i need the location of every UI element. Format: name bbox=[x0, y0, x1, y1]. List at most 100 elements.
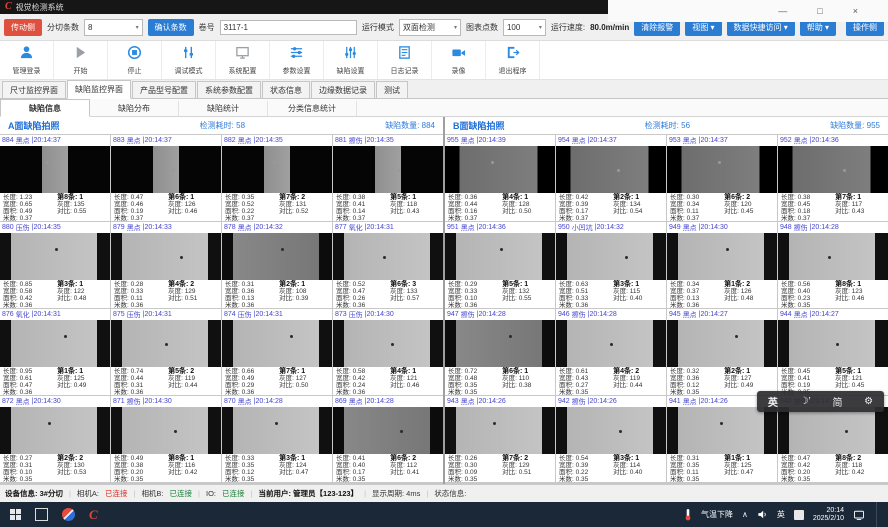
defect-image[interactable] bbox=[445, 407, 555, 454]
defect-image[interactable] bbox=[667, 320, 777, 367]
defect-image[interactable] bbox=[333, 407, 443, 454]
browser-icon[interactable] bbox=[62, 508, 75, 521]
action-log[interactable]: 日志记录 bbox=[378, 41, 432, 79]
action-exit[interactable]: 退出程序 bbox=[486, 41, 540, 79]
show-desktop-button[interactable] bbox=[876, 502, 880, 527]
defect-image[interactable] bbox=[0, 320, 110, 367]
defect-cell[interactable]: 953黑点|20:14:37长度: 0.30宽度: 0.34面积: 0.11米数… bbox=[667, 135, 777, 221]
volume-icon[interactable] bbox=[757, 509, 768, 520]
action-play[interactable]: 开始 bbox=[54, 41, 108, 79]
defect-cell[interactable]: 946擦伤|20:14:28长度: 0.61宽度: 0.43面积: 0.27米数… bbox=[556, 309, 666, 395]
task-view-icon[interactable] bbox=[35, 508, 48, 521]
subtab-0[interactable]: 缺陷信息 bbox=[0, 99, 90, 117]
defect-cell[interactable]: 881擦伤|20:14:35长度: 0.38宽度: 0.41面积: 0.14米数… bbox=[333, 135, 443, 221]
defect-cell[interactable]: 954黑点|20:14:37长度: 0.42宽度: 0.39面积: 0.17米数… bbox=[556, 135, 666, 221]
tab-4[interactable]: 状态信息 bbox=[262, 81, 310, 98]
defect-image[interactable] bbox=[111, 233, 221, 280]
defect-cell[interactable]: 950小凹坑|20:14:32长度: 0.63宽度: 0.51面积: 0.33米… bbox=[556, 222, 666, 308]
subtab-2[interactable]: 缺陷统计 bbox=[179, 101, 268, 116]
action-sliders-v[interactable]: 缺陷设置 bbox=[324, 41, 378, 79]
action-monitor[interactable]: 系统配置 bbox=[216, 41, 270, 79]
action-camera[interactable]: 录像 bbox=[432, 41, 486, 79]
notification-tray-icon[interactable] bbox=[853, 509, 865, 521]
tab-3[interactable]: 系统参数配置 bbox=[197, 81, 261, 98]
ime-simplified-toggle[interactable]: 简 bbox=[832, 394, 842, 409]
defect-image[interactable] bbox=[778, 320, 888, 367]
defect-image[interactable] bbox=[778, 233, 888, 280]
ime-icon[interactable] bbox=[794, 510, 804, 520]
defect-image[interactable] bbox=[333, 233, 443, 280]
minimize-button[interactable]: — bbox=[778, 6, 787, 16]
defect-image[interactable] bbox=[333, 320, 443, 367]
defect-cell[interactable]: 945黑点|20:14:27长度: 0.32宽度: 0.36面积: 0.12米数… bbox=[667, 309, 777, 395]
defect-image[interactable] bbox=[556, 146, 666, 193]
defect-image[interactable] bbox=[667, 146, 777, 193]
defect-cell[interactable]: 884黑点|20:14:37长度: 1.23宽度: 0.65面积: 0.49米数… bbox=[0, 135, 110, 221]
run-mode-select[interactable]: 双面检测▾ bbox=[399, 19, 461, 36]
defect-cell[interactable]: 943黑点|20:14:26长度: 0.26宽度: 0.30面积: 0.09米数… bbox=[445, 396, 555, 482]
defect-cell[interactable]: 877氧化|20:14:31长度: 0.52宽度: 0.47面积: 0.26米数… bbox=[333, 222, 443, 308]
defect-cell[interactable]: 955黑点|20:14:39长度: 0.36宽度: 0.44面积: 0.16米数… bbox=[445, 135, 555, 221]
chart-points-select[interactable]: 100▾ bbox=[503, 19, 546, 36]
tab-2[interactable]: 产品型号配置 bbox=[132, 81, 196, 98]
defect-cell[interactable]: 952黑点|20:14:36长度: 0.38宽度: 0.45面积: 0.18米数… bbox=[778, 135, 888, 221]
defect-image[interactable] bbox=[0, 233, 110, 280]
ime-english-toggle[interactable]: 英 bbox=[768, 394, 778, 409]
gear-icon[interactable]: ⚙ bbox=[864, 396, 873, 407]
defect-image[interactable] bbox=[556, 320, 666, 367]
confirm-count-button[interactable]: 确认条数 bbox=[148, 19, 194, 36]
defect-image[interactable] bbox=[778, 146, 888, 193]
defect-cell[interactable]: 947擦伤|20:14:28长度: 0.72宽度: 0.48面积: 0.35米数… bbox=[445, 309, 555, 395]
defect-cell[interactable]: 874压伤|20:14:31长度: 0.66宽度: 0.49面积: 0.29米数… bbox=[222, 309, 332, 395]
defect-cell[interactable]: 875压伤|20:14:31长度: 0.74宽度: 0.44面积: 0.31米数… bbox=[111, 309, 221, 395]
close-button[interactable]: × bbox=[853, 6, 858, 16]
defect-image[interactable] bbox=[778, 407, 888, 454]
subtab-3[interactable]: 分类信息统计 bbox=[268, 101, 357, 116]
action-sliders-h[interactable]: 参数设置 bbox=[270, 41, 324, 79]
defect-cell[interactable]: 944黑点|20:14:27长度: 0.45宽度: 0.41面积: 0.19米数… bbox=[778, 309, 888, 395]
defect-image[interactable] bbox=[111, 407, 221, 454]
maximize-button[interactable]: □ bbox=[817, 6, 822, 16]
defect-image[interactable] bbox=[0, 407, 110, 454]
defect-image[interactable] bbox=[445, 233, 555, 280]
moon-icon[interactable]: ☽’ bbox=[800, 396, 811, 407]
clock[interactable]: 20:14 2025/2/10 bbox=[813, 507, 844, 523]
defect-cell[interactable]: 873压伤|20:14:30长度: 0.58宽度: 0.42面积: 0.24米数… bbox=[333, 309, 443, 395]
defect-image[interactable] bbox=[222, 146, 332, 193]
slit-count-select[interactable]: 8▾ bbox=[84, 19, 143, 36]
defect-cell[interactable]: 949黑点|20:14:30长度: 0.34宽度: 0.37面积: 0.13米数… bbox=[667, 222, 777, 308]
defect-cell[interactable]: 883黑点|20:14:37长度: 0.47宽度: 0.46面积: 0.19米数… bbox=[111, 135, 221, 221]
defect-image[interactable] bbox=[111, 146, 221, 193]
defect-cell[interactable]: 942擦伤|20:14:26长度: 0.54宽度: 0.39面积: 0.22米数… bbox=[556, 396, 666, 482]
defect-image[interactable] bbox=[667, 407, 777, 454]
defect-cell[interactable]: 871擦伤|20:14:30长度: 0.49宽度: 0.38面积: 0.20米数… bbox=[111, 396, 221, 482]
defect-image[interactable] bbox=[222, 407, 332, 454]
tray-expand-icon[interactable]: ∧ bbox=[742, 510, 748, 519]
start-button-icon[interactable] bbox=[10, 509, 21, 520]
defect-cell[interactable]: 951黑点|20:14:36长度: 0.29宽度: 0.33面积: 0.10米数… bbox=[445, 222, 555, 308]
defect-image[interactable] bbox=[556, 233, 666, 280]
defect-image[interactable] bbox=[445, 320, 555, 367]
defect-cell[interactable]: 876氧化|20:14:31长度: 0.95宽度: 0.61面积: 0.47米数… bbox=[0, 309, 110, 395]
tab-1[interactable]: 缺陷监控界面 bbox=[67, 80, 131, 99]
defect-image[interactable] bbox=[445, 146, 555, 193]
defect-image[interactable] bbox=[222, 233, 332, 280]
action-stop[interactable]: 停止 bbox=[108, 41, 162, 79]
language-indicator[interactable]: 英 bbox=[777, 509, 785, 520]
defect-cell[interactable]: 948擦伤|20:14:28长度: 0.56宽度: 0.40面积: 0.23米数… bbox=[778, 222, 888, 308]
subtab-1[interactable]: 缺陷分布 bbox=[90, 101, 179, 116]
defect-cell[interactable]: 880压伤|20:14:35长度: 0.85宽度: 0.58面积: 0.42米数… bbox=[0, 222, 110, 308]
app-taskbar-icon[interactable]: C bbox=[89, 507, 98, 523]
tab-0[interactable]: 尺寸监控界面 bbox=[2, 81, 66, 98]
defect-cell[interactable]: 869黑点|20:14:28长度: 0.41宽度: 0.40面积: 0.17米数… bbox=[333, 396, 443, 482]
defect-cell[interactable]: 882黑点|20:14:35长度: 0.35宽度: 0.52面积: 0.22米数… bbox=[222, 135, 332, 221]
drive-side-button[interactable]: 传动侧 bbox=[4, 19, 42, 36]
defect-cell[interactable]: 870黑点|20:14:28长度: 0.33宽度: 0.35面积: 0.12米数… bbox=[222, 396, 332, 482]
defect-image[interactable] bbox=[333, 146, 443, 193]
defect-cell[interactable]: 872黑点|20:14:30长度: 0.27宽度: 0.31面积: 0.10米数… bbox=[0, 396, 110, 482]
roll-number-input[interactable]: 3117-1 bbox=[220, 20, 357, 35]
defect-image[interactable] bbox=[222, 320, 332, 367]
defect-cell[interactable]: 879黑点|20:14:33长度: 0.28宽度: 0.33面积: 0.11米数… bbox=[111, 222, 221, 308]
defect-image[interactable] bbox=[0, 146, 110, 193]
tab-6[interactable]: 测试 bbox=[376, 81, 408, 98]
